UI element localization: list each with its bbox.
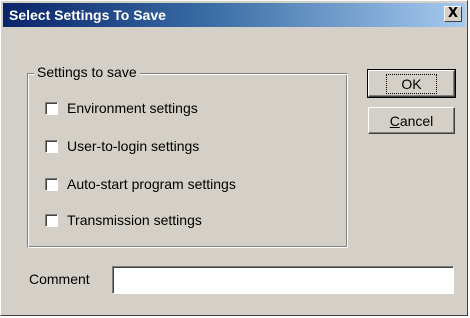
close-icon: X: [447, 6, 459, 21]
ok-button-label: OK: [386, 73, 437, 94]
environment-settings-option[interactable]: Environment settings: [45, 99, 198, 117]
environment-settings-label: Environment settings: [67, 100, 198, 116]
user-to-login-settings-checkbox[interactable]: [45, 139, 58, 153]
settings-groupbox: Settings to save Environment settings Us…: [27, 64, 348, 248]
auto-start-program-settings-label: Auto-start program settings: [67, 176, 236, 192]
transmission-settings-option[interactable]: Transmission settings: [45, 211, 202, 229]
auto-start-program-settings-checkbox[interactable]: [45, 177, 58, 191]
comment-input[interactable]: [112, 266, 454, 294]
cancel-button-label: Cancel: [389, 112, 434, 129]
transmission-settings-checkbox[interactable]: [45, 213, 58, 227]
select-settings-dialog: Select Settings To Save X Settings to sa…: [0, 0, 468, 316]
dialog-title: Select Settings To Save: [9, 7, 166, 23]
ok-button[interactable]: OK: [367, 69, 456, 98]
close-button[interactable]: X: [444, 6, 462, 22]
auto-start-program-settings-option[interactable]: Auto-start program settings: [45, 175, 236, 193]
user-to-login-settings-option[interactable]: User-to-login settings: [45, 137, 199, 155]
environment-settings-checkbox[interactable]: [45, 101, 58, 115]
transmission-settings-label: Transmission settings: [67, 212, 202, 228]
title-bar[interactable]: Select Settings To Save X: [3, 3, 465, 27]
user-to-login-settings-label: User-to-login settings: [67, 138, 200, 154]
cancel-button[interactable]: Cancel: [368, 107, 455, 134]
groupbox-legend: Settings to save: [34, 64, 140, 80]
comment-label: Comment: [29, 271, 90, 287]
